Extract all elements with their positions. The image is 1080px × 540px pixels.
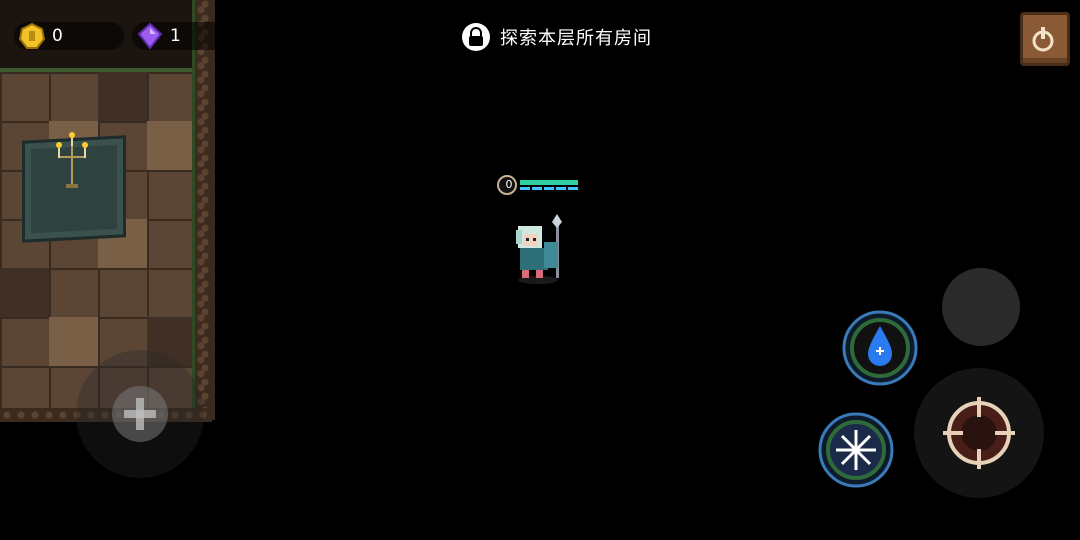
- floor-tile: [49, 317, 98, 366]
- room-wall-right: [192, 0, 215, 420]
- weapon-swap-button[interactable]: [942, 268, 1020, 346]
- dpad-icon: [124, 398, 156, 430]
- snowflake-skill-button[interactable]: [818, 412, 894, 488]
- crosshair-icon: [943, 397, 1015, 469]
- floor-tile: [147, 121, 192, 170]
- gold-coin-icon: [18, 22, 46, 49]
- objective-banner: 探索本层所有房间: [462, 22, 652, 52]
- pause-book-icon: [1032, 27, 1054, 52]
- objective-text: 探索本层所有房间: [500, 28, 652, 49]
- floor-tile: [98, 72, 147, 121]
- player-character: [516, 214, 562, 284]
- purple-gem-icon: [137, 22, 163, 50]
- floor-tile: [0, 268, 49, 317]
- joystick-knob[interactable]: [112, 386, 168, 442]
- candelabra-icon: [56, 132, 88, 188]
- lock-icon: [462, 23, 490, 51]
- shield-count: 0: [505, 178, 513, 191]
- coin-count: 0: [52, 26, 63, 46]
- gem-count: 1: [170, 26, 181, 46]
- water-drop-skill-button[interactable]: [842, 310, 918, 386]
- pause-button[interactable]: [1020, 12, 1070, 66]
